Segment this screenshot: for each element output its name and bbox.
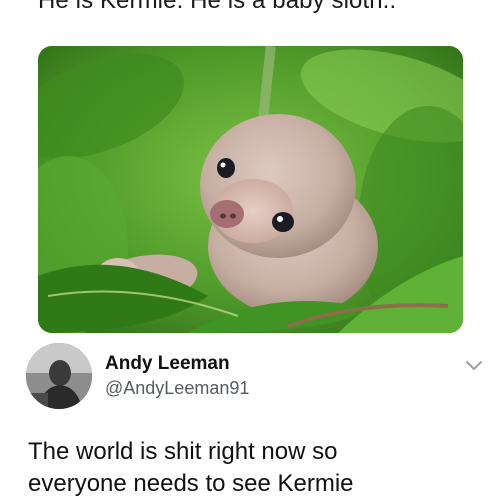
tweet-text: The world is shit right now so everyone … — [28, 436, 488, 500]
avatar-image — [26, 343, 92, 409]
tweet-header: Andy Leeman @AndyLeeman91 — [26, 343, 486, 409]
tweet-text-line-1: The world is shit right now so — [28, 438, 338, 465]
author-handle[interactable]: @AndyLeeman91 — [105, 378, 249, 399]
sloth-photo-illustration — [38, 46, 463, 333]
avatar[interactable] — [26, 343, 92, 409]
author-display-name[interactable]: Andy Leeman — [105, 353, 230, 375]
tweet-text-line-2: everyone needs to see Kermie — [28, 470, 354, 497]
caption-text: He is Kermie. He is a baby sloth.. — [38, 0, 397, 14]
chevron-down-icon[interactable] — [462, 353, 486, 377]
tweet-photo[interactable] — [38, 46, 463, 333]
